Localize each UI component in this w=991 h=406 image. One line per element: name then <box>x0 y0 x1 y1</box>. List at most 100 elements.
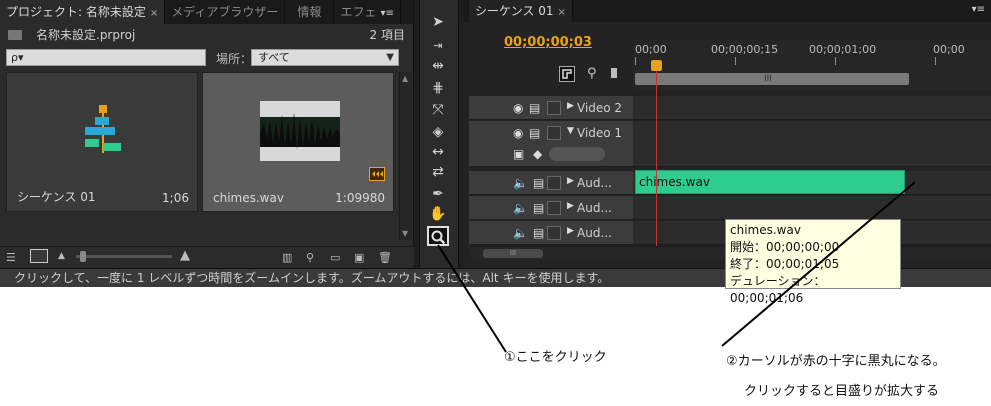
rate-stretch-tool-icon[interactable]: ⤧ <box>427 100 449 120</box>
track-header-audio-2[interactable]: 🔈 ▤ ▶ Aud... <box>469 196 633 220</box>
new-bin-icon[interactable]: ▭ <box>330 251 340 264</box>
chevron-right-icon[interactable]: ▶ <box>567 101 574 111</box>
chevron-down-icon[interactable]: ▼ <box>567 126 574 136</box>
speaker-icon[interactable]: 🔈 <box>513 201 528 215</box>
zoom-in-icon[interactable]: ▲ <box>180 248 190 263</box>
project-panel: プロジェクト: 名称未設定 × メディアブラウザー 情報 エフェ ▾≡ 名称未設定.… <box>0 0 414 268</box>
snap-icon[interactable] <box>559 66 575 82</box>
speaker-icon[interactable]: 🔈 <box>513 176 528 190</box>
project-scrollbar[interactable]: ▲ ▼ <box>399 72 412 240</box>
tooltip-start: 開始：00;00;00;00 <box>730 240 840 254</box>
close-icon[interactable]: × <box>150 8 158 19</box>
panel-menu-icon[interactable]: ▾≡ <box>972 4 985 15</box>
track-name: Aud... <box>577 226 612 240</box>
pen-tool-icon[interactable]: ✒ <box>427 184 449 204</box>
chevron-right-icon[interactable]: ▶ <box>567 226 574 236</box>
display-style-icon[interactable]: ▣ <box>513 147 524 161</box>
track-header-video-2[interactable]: ◉ ▤ ▶ Video 2 <box>469 96 633 120</box>
location-label: 場所： <box>216 52 253 66</box>
tools-panel: ➤ ⇥ ⇹ ⋕ ⤧ ◈ ↔ ⇄ ✒ ✋ <box>419 0 459 268</box>
project-file-name: 名称未設定.prproj <box>8 26 135 44</box>
selection-tool-icon[interactable]: ➤ <box>427 12 449 32</box>
track-header-video-1[interactable]: ◉ ▤ ▼ Video 1 ▣ ◆ <box>469 121 633 167</box>
audio-clip[interactable]: chimes.wav <box>635 170 905 194</box>
panel-menu-icon[interactable]: ▾≡ <box>380 8 393 19</box>
track-header-audio-3[interactable]: 🔈 ▤ ▶ Aud... <box>469 221 633 245</box>
icon-view-icon[interactable] <box>30 249 48 263</box>
zoom-tool-icon[interactable] <box>427 226 449 246</box>
ripple-edit-tool-icon[interactable]: ⇹ <box>427 56 449 76</box>
track-header-audio-1[interactable]: 🔈 ▤ ▶ Aud... <box>469 171 633 195</box>
tab-media-browser[interactable]: メディアブラウザー <box>165 0 286 24</box>
track-lane-video-1[interactable] <box>633 121 991 167</box>
zoom-out-icon[interactable]: ▲ <box>58 251 65 261</box>
track-select-tool-icon[interactable]: ⇥ <box>427 36 449 56</box>
ruler-label: 00;00 <box>635 43 667 56</box>
ruler-tick <box>735 57 736 65</box>
project-file-label: 名称未設定.prproj <box>36 28 136 42</box>
film-icon[interactable]: ▤ <box>529 101 540 115</box>
work-area-grip: III <box>764 74 772 84</box>
automate-icon[interactable]: ▥ <box>282 251 292 264</box>
lock-box[interactable] <box>547 126 561 140</box>
item-name: chimes.wav <box>213 191 284 205</box>
project-item-audio[interactable]: chimes.wav 1:09980 <box>202 72 394 212</box>
film-icon[interactable]: ▤ <box>533 226 544 240</box>
new-item-icon[interactable]: ▣ <box>354 251 364 264</box>
scroll-down-icon[interactable]: ▼ <box>402 229 408 238</box>
chevron-right-icon[interactable]: ▶ <box>567 201 574 211</box>
keyframe-nav[interactable] <box>549 147 605 161</box>
tab-effects[interactable]: エフェ ▾≡ <box>334 0 401 24</box>
location-select[interactable]: すべて ▼ <box>251 49 399 66</box>
chevron-right-icon[interactable]: ▶ <box>567 176 574 186</box>
trash-icon[interactable]: 🗑 <box>378 251 392 264</box>
tab-info[interactable]: 情報 <box>285 0 335 24</box>
speaker-icon[interactable]: 🔈 <box>513 226 528 240</box>
eye-icon[interactable]: ◉ <box>513 126 523 140</box>
track-lane-video-2[interactable] <box>633 96 991 120</box>
tab-sequence[interactable]: シーケンス 01 × <box>469 0 573 22</box>
scroll-up-icon[interactable]: ▲ <box>402 74 408 83</box>
film-icon[interactable]: ▤ <box>533 201 544 215</box>
tab-project[interactable]: プロジェクト: 名称未設定 × <box>0 0 166 24</box>
tooltip-duration: デュレーション：00;00;01;06 <box>730 274 826 305</box>
folder-icon <box>8 30 22 40</box>
search-input[interactable]: ρ▾ <box>6 49 206 66</box>
track-lane-audio-2[interactable] <box>633 196 991 220</box>
project-item-sequence[interactable]: シーケンス 01 1;06 <box>6 72 198 212</box>
rolling-edit-tool-icon[interactable]: ⋕ <box>427 78 449 98</box>
slip-tool-icon[interactable]: ↔ <box>427 142 449 162</box>
film-icon[interactable]: ▤ <box>533 176 544 190</box>
project-bottom-bar: ☰ ▲ ▲ ▥ ⚲ ▭ ▣ 🗑 <box>0 246 414 266</box>
work-area-bar[interactable]: III <box>635 73 909 85</box>
eye-icon[interactable]: ◉ <box>513 101 523 115</box>
project-tabbar: プロジェクト: 名称未設定 × メディアブラウザー 情報 エフェ ▾≡ <box>0 0 413 24</box>
film-icon[interactable]: ▤ <box>529 126 540 140</box>
sequence-icon <box>85 105 121 153</box>
playhead-line <box>656 64 657 246</box>
scroll-thumb[interactable]: III <box>483 249 543 258</box>
lock-box[interactable] <box>547 176 561 190</box>
razor-tool-icon[interactable]: ◈ <box>427 122 449 142</box>
tab-project-label: プロジェクト: 名称未設定 <box>6 5 146 19</box>
track-name: Aud... <box>577 201 612 215</box>
ruler-label: 00;00;01;00 <box>809 43 877 56</box>
playhead-handle[interactable] <box>651 60 662 71</box>
lock-box[interactable] <box>547 201 561 215</box>
keyframe-icon[interactable]: ◆ <box>533 147 542 161</box>
search-icon[interactable]: ⚲ <box>306 251 314 264</box>
track-name: Video 2 <box>577 101 623 115</box>
marker-target-icon[interactable]: ⚲ <box>587 66 597 81</box>
thumbnail-size-slider[interactable] <box>76 251 172 262</box>
sequence-timecode[interactable]: 00;00;00;03 <box>504 35 592 50</box>
add-marker-icon[interactable] <box>611 68 617 78</box>
close-icon[interactable]: × <box>558 7 566 18</box>
lock-box[interactable] <box>547 226 561 240</box>
item-duration: 1;06 <box>162 191 189 205</box>
hand-tool-icon[interactable]: ✋ <box>427 204 449 224</box>
slider-handle[interactable] <box>80 251 86 262</box>
slide-tool-icon[interactable]: ⇄ <box>427 162 449 182</box>
ruler-tick <box>635 57 636 65</box>
list-view-icon[interactable]: ☰ <box>6 251 16 264</box>
lock-box[interactable] <box>547 101 561 115</box>
